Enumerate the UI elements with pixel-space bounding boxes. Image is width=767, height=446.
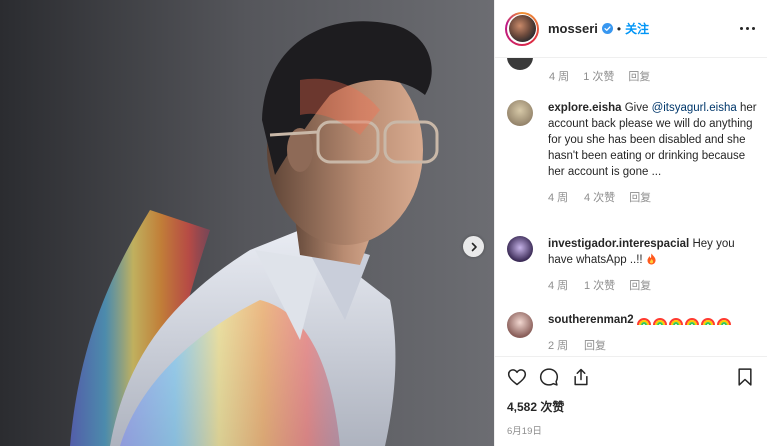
chevron-right-icon bbox=[471, 242, 477, 251]
rainbow-emoji-icon bbox=[636, 314, 733, 326]
post-header: mosseri • 关注 bbox=[495, 0, 767, 58]
verified-badge-icon bbox=[601, 23, 613, 34]
post-viewer: mosseri • 关注 4 周 1 次赞 回复 explore.eisha G… bbox=[0, 0, 767, 446]
bookmark-icon[interactable] bbox=[735, 367, 755, 387]
comments-list[interactable]: 4 周 1 次赞 回复 explore.eisha Give @itsyagur… bbox=[495, 58, 767, 356]
reply-button[interactable]: 回复 bbox=[629, 278, 651, 294]
commenter-avatar[interactable] bbox=[507, 312, 533, 338]
reply-button[interactable]: 回复 bbox=[629, 190, 651, 206]
fire-emoji-icon bbox=[646, 253, 657, 266]
post-side-panel: mosseri • 关注 4 周 1 次赞 回复 explore.eisha G… bbox=[494, 0, 767, 446]
comment-mention[interactable]: @itsyagurl.eisha bbox=[652, 102, 737, 114]
comment-likes[interactable]: 1 次赞 bbox=[583, 68, 614, 84]
comment-prefix: Give bbox=[624, 102, 652, 114]
comment-meta: 2 周 回复 bbox=[548, 338, 757, 354]
comment-icon[interactable] bbox=[539, 367, 559, 387]
comment-username[interactable]: investigador.interespacial bbox=[548, 238, 689, 250]
next-photo-button[interactable] bbox=[463, 236, 484, 257]
previous-comment-avatar[interactable] bbox=[507, 58, 533, 70]
comment-meta: 4 周 4 次赞 回复 bbox=[548, 190, 757, 206]
commenter-avatar[interactable] bbox=[507, 100, 533, 126]
comment-username[interactable]: southerenman2 bbox=[548, 314, 634, 326]
author-username[interactable]: mosseri bbox=[548, 21, 598, 36]
share-icon[interactable] bbox=[571, 367, 591, 387]
author-avatar[interactable] bbox=[505, 11, 539, 46]
header-separator: • bbox=[616, 21, 622, 36]
comment-likes[interactable]: 1 次赞 bbox=[584, 278, 615, 294]
comment-item: southerenman2 2 周 回复 bbox=[507, 312, 757, 354]
follow-button[interactable]: 关注 bbox=[625, 20, 649, 37]
heart-icon[interactable] bbox=[507, 367, 527, 387]
comment-time: 4 周 bbox=[548, 192, 569, 204]
reply-button[interactable]: 回复 bbox=[628, 68, 650, 84]
post-date[interactable]: 6月19日 bbox=[495, 415, 767, 446]
comment-likes[interactable]: 4 次赞 bbox=[584, 190, 615, 206]
comment-item: investigador.interespacial Hey you have … bbox=[507, 236, 757, 294]
comment-time: 4 周 bbox=[548, 280, 569, 292]
comment-time: 4 周 bbox=[549, 71, 570, 83]
more-options-icon[interactable] bbox=[740, 27, 755, 30]
post-photo[interactable] bbox=[0, 0, 494, 446]
photo-scene bbox=[0, 0, 494, 446]
comment-username[interactable]: explore.eisha bbox=[548, 102, 622, 114]
commenter-avatar[interactable] bbox=[507, 236, 533, 262]
action-bar bbox=[495, 356, 767, 396]
comment-meta: 4 周 1 次赞 回复 bbox=[548, 278, 757, 294]
previous-comment-meta: 4 周 1 次赞 回复 bbox=[549, 68, 650, 84]
comment-time: 2 周 bbox=[548, 340, 569, 352]
reply-button[interactable]: 回复 bbox=[584, 338, 606, 354]
likes-count[interactable]: 4,582 次赞 bbox=[495, 396, 767, 415]
comment-item: explore.eisha Give @itsyagurl.eisha her … bbox=[507, 100, 757, 206]
